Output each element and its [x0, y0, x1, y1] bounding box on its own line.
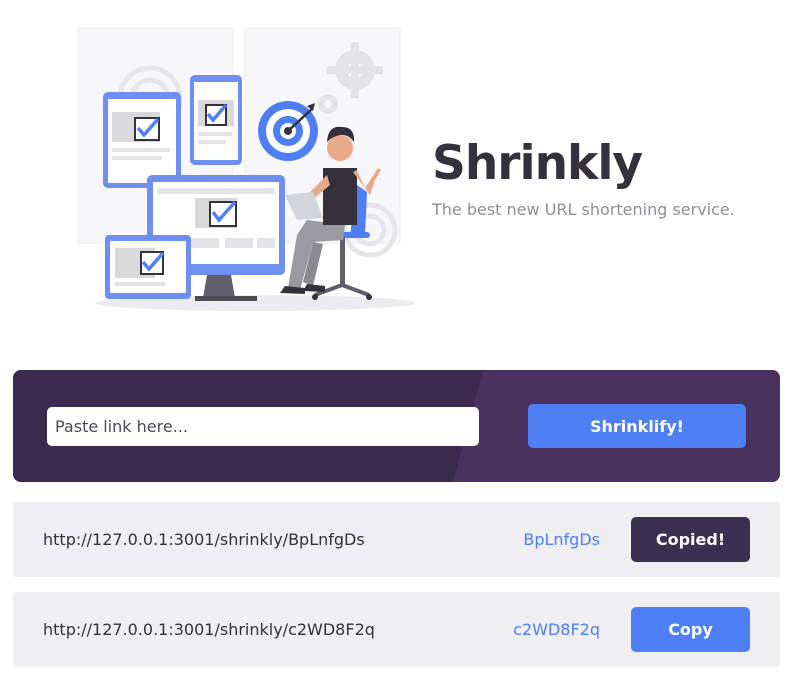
tablet-device [103, 92, 181, 188]
app-tagline: The best new URL shortening service. [432, 200, 735, 219]
shorten-form-panel: Shrinklify! [13, 370, 780, 482]
brand-block: Shrinkly The best new URL shortening ser… [432, 138, 735, 220]
small-gear-icon [318, 94, 338, 114]
result-short-link[interactable]: c2WD8F2q [513, 592, 600, 667]
laptop-device [105, 235, 191, 299]
phone-device [190, 75, 242, 165]
app-title: Shrinkly [432, 136, 643, 191]
result-short-link[interactable]: BpLnfgDs [523, 502, 600, 577]
result-full-url: http://127.0.0.1:3001/shrinkly/c2WD8F2q [43, 620, 375, 639]
link-input[interactable] [47, 407, 479, 446]
shrinklify-button[interactable]: Shrinklify! [528, 404, 746, 448]
target-icon [258, 101, 318, 161]
copy-button[interactable]: Copied! [631, 517, 750, 562]
result-row: http://127.0.0.1:3001/shrinkly/BpLnfgDs … [13, 502, 780, 577]
copy-button[interactable]: Copy [631, 607, 750, 652]
result-row: http://127.0.0.1:3001/shrinkly/c2WD8F2q … [13, 592, 780, 667]
hero-illustration [77, 27, 415, 311]
result-full-url: http://127.0.0.1:3001/shrinkly/BpLnfgDs [43, 530, 365, 549]
app-page: Shrinkly The best new URL shortening ser… [0, 0, 800, 677]
